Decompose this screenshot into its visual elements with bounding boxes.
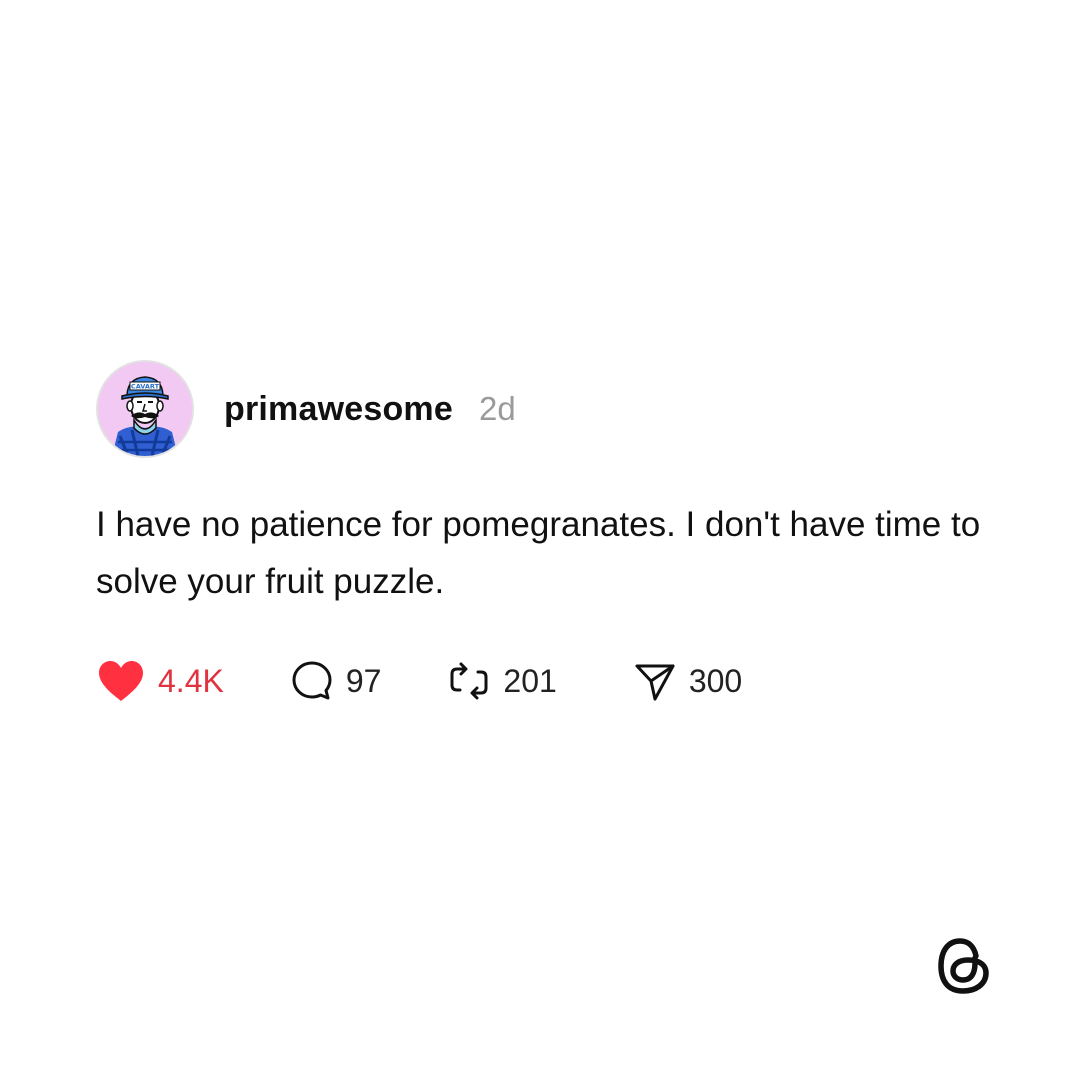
repost-button[interactable]: 201 — [447, 659, 557, 703]
thread-post: CAVART primawesome 2d I have no patience… — [96, 358, 996, 706]
like-button[interactable]: 4.4K — [96, 659, 224, 703]
share-count: 300 — [688, 662, 743, 699]
repost-count: 201 — [503, 662, 557, 699]
threads-logo-icon — [938, 938, 989, 994]
paper-plane-icon — [635, 664, 675, 701]
username[interactable]: primawesome — [224, 390, 453, 429]
heart-icon — [99, 661, 143, 701]
post-text: I have no patience for pomegranates. I d… — [96, 505, 981, 601]
like-count: 4.4K — [158, 662, 224, 699]
reply-count: 97 — [345, 662, 382, 699]
avatar-illustration: CAVART — [98, 362, 192, 456]
share-button[interactable]: 300 — [633, 659, 742, 703]
repost-icon — [450, 662, 488, 700]
action-bar: 4.4K 97 201 300 — [96, 656, 996, 706]
post-timestamp: 2d — [478, 390, 516, 427]
reply-button[interactable]: 97 — [290, 659, 382, 703]
speech-bubble-icon — [292, 661, 332, 700]
avatar[interactable]: CAVART — [96, 360, 194, 458]
avatar-cap-text: CAVART — [131, 383, 160, 391]
post-header: CAVART primawesome 2d — [96, 358, 996, 460]
